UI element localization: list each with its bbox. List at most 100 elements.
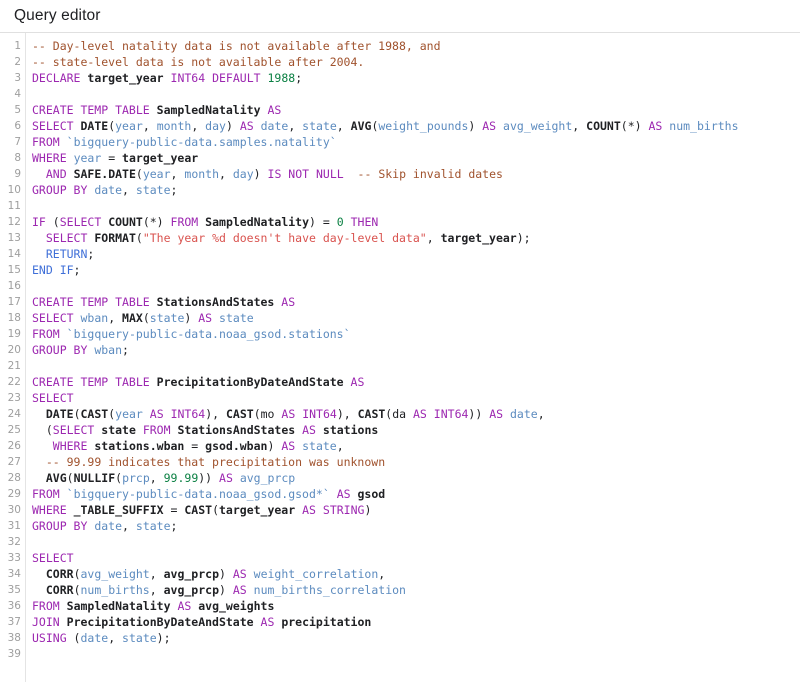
code-line[interactable]: GROUP BY date, state; (32, 182, 800, 198)
code-line[interactable]: FROM SampledNatality AS avg_weights (32, 598, 800, 614)
line-number: 31 (7, 520, 21, 532)
token-ctl: END IF (32, 263, 74, 277)
code-line[interactable]: DATE(CAST(year AS INT64), CAST(mo AS INT… (32, 406, 800, 422)
token-fn: avg_weights (198, 599, 275, 613)
token-plain: (*) (142, 215, 171, 229)
line-number: 13 (7, 232, 21, 244)
token-plain: ; (295, 71, 303, 85)
token-fn: DATE (45, 407, 74, 421)
token-plain: , (142, 119, 157, 133)
token-tbl: `bigquery-public-data.samples.natality` (66, 135, 337, 149)
line-number: 18 (7, 312, 21, 324)
code-line[interactable]: WHERE year = target_year (32, 150, 800, 166)
line-number: 32 (7, 536, 21, 548)
code-line[interactable]: CREATE TEMP TABLE StationsAndStates AS (32, 294, 800, 310)
code-content[interactable]: -- Day-level natality data is not availa… (26, 33, 800, 682)
code-line[interactable]: -- 99.99 indicates that precipitation wa… (32, 454, 800, 470)
line-number: 6 (14, 120, 21, 132)
token-kw: AS (232, 567, 247, 581)
code-line[interactable]: WHERE stations.wban = gsod.wban) AS stat… (32, 438, 800, 454)
line-number: 17 (7, 296, 21, 308)
code-line[interactable] (32, 198, 800, 214)
code-line[interactable]: RETURN; (32, 246, 800, 262)
token-kw: SELECT (32, 391, 74, 405)
line-number: 25 (7, 424, 21, 436)
code-line[interactable]: -- state-level data is not available aft… (32, 54, 800, 70)
token-id: avg_prcp (239, 471, 296, 485)
code-line[interactable]: GROUP BY wban; (32, 342, 800, 358)
token-plain: )) (468, 407, 490, 421)
code-line[interactable]: CORR(num_births, avg_prcp) AS num_births… (32, 582, 800, 598)
editor-header: Query editor (0, 0, 800, 33)
token-kw: FROM (170, 215, 199, 229)
token-kw: FROM (32, 599, 60, 613)
token-plain: = (101, 151, 123, 165)
line-number: 10 (7, 184, 21, 196)
token-fn: AVG (45, 471, 67, 485)
code-line[interactable]: FROM `bigquery-public-data.noaa_gsod.gso… (32, 486, 800, 502)
code-line[interactable]: SELECT (32, 390, 800, 406)
token-plain: ) (225, 119, 240, 133)
token-fn: DATE (80, 119, 109, 133)
code-line[interactable] (32, 646, 800, 662)
token-fn: gsod (357, 487, 386, 501)
code-line[interactable]: AND SAFE.DATE(year, month, day) IS NOT N… (32, 166, 800, 182)
line-number: 2 (14, 56, 21, 68)
code-line[interactable]: SELECT (32, 550, 800, 566)
token-kw: INT64 (433, 407, 469, 421)
token-plain: , (108, 311, 123, 325)
code-line[interactable]: FROM `bigquery-public-data.noaa_gsod.sta… (32, 326, 800, 342)
token-id: year (73, 151, 102, 165)
token-str: "The year %d doesn't have day-level data… (142, 231, 427, 245)
code-line[interactable]: END IF; (32, 262, 800, 278)
code-line[interactable] (32, 534, 800, 550)
line-number: 4 (14, 88, 21, 100)
code-line[interactable]: CORR(avg_weight, avg_prcp) AS weight_cor… (32, 566, 800, 582)
token-fn: COUNT (108, 215, 143, 229)
token-kw: INT64 (170, 407, 206, 421)
code-line[interactable]: SELECT wban, MAX(state) AS state (32, 310, 800, 326)
code-line[interactable]: SELECT FORMAT("The year %d doesn't have … (32, 230, 800, 246)
code-editor-area[interactable]: 1 2 3 4 5 6 7 8 9 10 11 12 13 14 15 16 17 18 19 20 21 22 23 24 2… (0, 33, 800, 682)
token-fn: stations.wban (94, 439, 185, 453)
line-number: 28 (7, 472, 21, 484)
code-line[interactable]: IF (SELECT COUNT(*) FROM SampledNatality… (32, 214, 800, 230)
code-line[interactable] (32, 86, 800, 102)
code-line[interactable]: GROUP BY date, state; (32, 518, 800, 534)
code-line[interactable]: (SELECT state FROM StationsAndStates AS … (32, 422, 800, 438)
code-line[interactable]: USING (date, state); (32, 630, 800, 646)
token-kw: WHERE (52, 439, 88, 453)
token-kw: THEN (350, 215, 379, 229)
code-line[interactable]: AVG(NULLIF(prcp, 99.99)) AS avg_prcp (32, 470, 800, 486)
code-line[interactable]: FROM `bigquery-public-data.samples.natal… (32, 134, 800, 150)
code-line[interactable]: JOIN PrecipitationByDateAndState AS prec… (32, 614, 800, 630)
code-line[interactable]: CREATE TEMP TABLE SampledNatality AS (32, 102, 800, 118)
code-line[interactable]: -- Day-level natality data is not availa… (32, 38, 800, 54)
token-fn: stations (322, 423, 379, 437)
token-kw: AND (45, 167, 67, 181)
code-line[interactable] (32, 278, 800, 294)
code-line[interactable]: DECLARE target_year INT64 DEFAULT 1988; (32, 70, 800, 86)
token-id: year (142, 167, 171, 181)
token-fn: AVG (350, 119, 372, 133)
code-line[interactable] (32, 358, 800, 374)
token-fn: target_year (87, 71, 164, 85)
token-fn: StationsAndStates (156, 295, 275, 309)
code-line[interactable]: WHERE _TABLE_SUFFIX = CAST(target_year A… (32, 502, 800, 518)
token-kw: AS (482, 119, 497, 133)
token-kw: AS (302, 423, 316, 437)
code-line[interactable]: CREATE TEMP TABLE PrecipitationByDateAnd… (32, 374, 800, 390)
token-plain: , (149, 583, 164, 597)
code-line[interactable]: SELECT DATE(year, month, day) AS date, s… (32, 118, 800, 134)
token-plain: ; (73, 263, 81, 277)
line-number: 30 (7, 504, 21, 516)
token-plain: , (149, 471, 164, 485)
